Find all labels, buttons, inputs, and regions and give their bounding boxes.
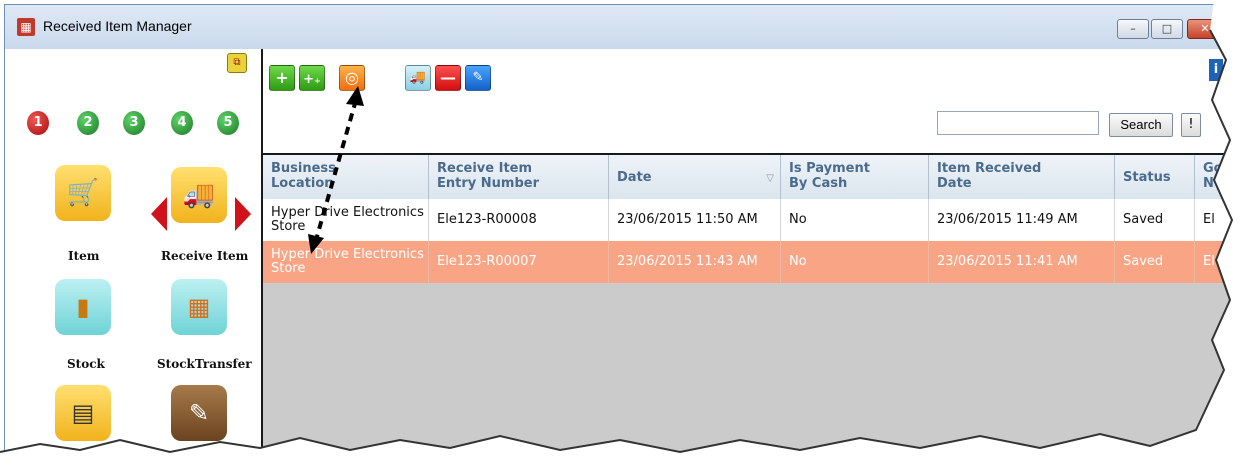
cell-business-location: Hyper Drive Electronics Store (263, 241, 429, 283)
cell-status: Saved (1115, 241, 1195, 283)
column-header-date[interactable]: Date ▽ (609, 155, 781, 199)
toolbar: + +₊ ◎ 🚚 — ✎ i Search ! (263, 49, 1237, 153)
cell-date: 23/06/2015 11:50 AM (609, 199, 781, 241)
plus-plus-icon: +₊ (303, 72, 321, 87)
left-arrow-icon (151, 197, 167, 231)
grid-header: Business Location Receive Item Entry Num… (263, 155, 1237, 199)
column-header-label: Date (617, 170, 652, 185)
column-header-label: Item Received Date (937, 161, 1042, 191)
column-header-entry-number[interactable]: Receive Item Entry Number (429, 155, 609, 199)
column-header-label: Is Payment By Cash (789, 161, 870, 191)
cell-entry-number: Ele123-R00007 (429, 241, 609, 283)
column-header-status[interactable]: Status (1115, 155, 1195, 199)
search-input[interactable] (937, 111, 1099, 135)
column-header-label: Business Location (271, 161, 336, 191)
stock-transfer-tile[interactable]: ▦ (171, 279, 227, 335)
restore-panels-icon[interactable]: ⧉ (227, 53, 247, 73)
edit-document-icon: ✎ (188, 399, 210, 427)
receive-item-tile-label: Receive Item (161, 249, 249, 263)
magnifier-icon: ◎ (345, 68, 359, 87)
table-row[interactable]: Hyper Drive Electronics Store Ele123-R00… (263, 199, 1237, 241)
delivery-truck-icon: 🚚 (182, 180, 216, 210)
add-button[interactable]: + (269, 65, 295, 91)
cell-entry-number: Ele123-R00008 (429, 199, 609, 241)
cart-app-icon: ▦ (17, 18, 35, 36)
edit-document-tile[interactable]: ✎ (171, 385, 227, 441)
step-5-badge[interactable]: 5 (217, 111, 239, 135)
column-header-item-received-date[interactable]: Item Received Date (929, 155, 1115, 199)
sort-descending-icon: ▽ (766, 173, 774, 184)
step-4-badge[interactable]: 4 (171, 111, 193, 135)
step-2-badge[interactable]: 2 (77, 111, 99, 135)
right-arrow-icon (235, 197, 251, 231)
cell-item-received-date: 23/06/2015 11:41 AM (929, 241, 1115, 283)
cell-is-payment-by-cash: No (781, 241, 929, 283)
receive-button[interactable]: 🚚 (405, 65, 431, 91)
cell-date: 23/06/2015 11:43 AM (609, 241, 781, 283)
view-button[interactable]: ◎ (339, 65, 365, 91)
delete-button[interactable]: — (435, 65, 461, 91)
item-tile[interactable]: 🛒 (55, 165, 111, 221)
stock-tile[interactable]: ▮ (55, 279, 111, 335)
maximize-button[interactable]: □ (1151, 19, 1183, 39)
window-title: Received Item Manager (43, 18, 192, 34)
stock-transfer-icon: ▦ (187, 293, 211, 321)
column-header-label: Receive Item Entry Number (437, 161, 539, 191)
table-row-selected[interactable]: Hyper Drive Electronics Store Ele123-R00… (263, 241, 1237, 283)
received-items-grid: Business Location Receive Item Entry Num… (263, 153, 1237, 467)
pencil-icon: ✎ (472, 70, 484, 85)
cell-status: Saved (1115, 199, 1195, 241)
shopping-cart-icon: 🛒 (66, 178, 100, 208)
cell-go: El (1195, 241, 1237, 283)
advanced-search-button[interactable]: ! (1181, 113, 1201, 137)
stock-transfer-tile-label: StockTransfer (157, 357, 252, 371)
cash-register-tile[interactable]: ▤ (55, 385, 111, 441)
left-navigation-panel: ⧉ 1 2 3 4 5 🛒 Item 🚚 Receive Item ▮ Stoc… (5, 49, 263, 467)
plus-icon: + (275, 68, 289, 87)
receive-item-tile[interactable]: 🚚 (171, 167, 227, 223)
stock-tile-label: Stock (67, 357, 105, 371)
column-header-label: Go N (1203, 161, 1223, 191)
cell-is-payment-by-cash: No (781, 199, 929, 241)
cell-item-received-date: 23/06/2015 11:49 AM (929, 199, 1115, 241)
column-header-is-payment-by-cash[interactable]: Is Payment By Cash (781, 155, 929, 199)
add-multiple-button[interactable]: +₊ (299, 65, 325, 91)
step-3-badge[interactable]: 3 (123, 111, 145, 135)
item-tile-label: Item (68, 249, 100, 263)
received-item-manager-window: ▦ Received Item Manager – □ ✕ ⧉ 1 2 3 4 … (4, 4, 1238, 468)
minus-icon: — (440, 68, 456, 87)
cell-go: El (1195, 199, 1237, 241)
minimize-button[interactable]: – (1117, 19, 1149, 39)
hand-trolley-icon: ▮ (76, 293, 90, 321)
close-button[interactable]: ✕ (1187, 19, 1223, 39)
title-bar: ▦ Received Item Manager – □ ✕ (5, 5, 1237, 49)
column-header-label: Status (1123, 170, 1171, 185)
help-icon[interactable]: i (1209, 59, 1223, 81)
search-button[interactable]: Search (1109, 113, 1173, 137)
step-1-badge[interactable]: 1 (27, 111, 49, 135)
edit-button[interactable]: ✎ (465, 65, 491, 91)
column-header-go[interactable]: Go N (1195, 155, 1237, 199)
truck-icon: 🚚 (409, 70, 427, 85)
cell-business-location: Hyper Drive Electronics Store (263, 199, 429, 241)
cash-register-icon: ▤ (71, 399, 95, 427)
column-header-business-location[interactable]: Business Location (263, 155, 429, 199)
